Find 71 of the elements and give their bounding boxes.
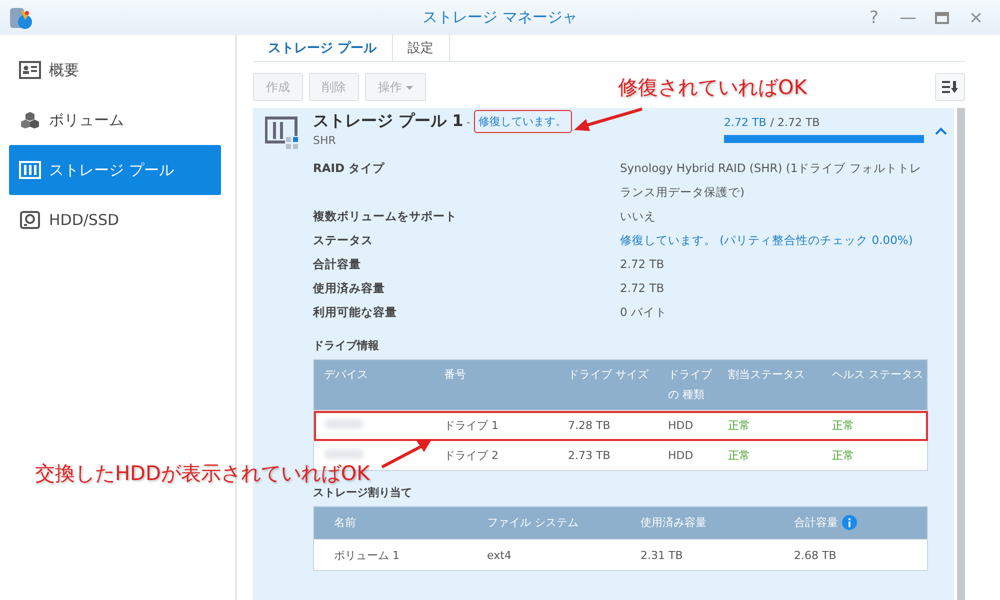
table-cell: 正常 <box>728 449 750 462</box>
property-label: 合計容量 <box>313 256 362 273</box>
pool-status: 修復しています。 <box>474 110 572 133</box>
table-cell: HDD <box>668 449 694 462</box>
table-cell: HDD <box>668 419 694 432</box>
section-title: ドライブ情報 <box>313 338 380 353</box>
pool-name: ストレージ プール 1 <box>313 111 464 132</box>
table-cell: 7.28 TB <box>568 419 610 432</box>
property-label: 使用済み容量 <box>313 280 386 297</box>
annotation-text: 修復されていればOK <box>618 74 807 101</box>
window-title: ストレージ マネージャ <box>422 8 578 26</box>
sidebar-item[interactable]: 概要 <box>9 45 221 95</box>
collapse-icon[interactable] <box>934 126 948 136</box>
scrollbar[interactable] <box>957 108 965 600</box>
table-cell: 正常 <box>832 449 854 462</box>
minimize-button[interactable]: — <box>896 6 920 30</box>
property-value: いいえ <box>620 208 657 225</box>
drive-bays-icon <box>19 161 41 179</box>
used-capacity: 2.72 TB <box>724 116 766 129</box>
property-label: 利用可能な容量 <box>313 304 398 321</box>
table-cell: ドライブ 1 <box>444 419 498 432</box>
section-title: ストレージ割り当て <box>313 485 413 500</box>
annotation-text: 交換したHDDが表示されていればOK <box>35 460 370 486</box>
property-label: 複数ボリュームをサポート <box>313 208 458 225</box>
annotation-arrow <box>572 106 644 134</box>
table-cell: ボリューム 1 <box>334 548 400 562</box>
table-cell: 2.73 TB <box>568 449 610 462</box>
toolbar-button[interactable]: 操作 <box>365 73 426 101</box>
total-capacity: / 2.72 TB <box>770 116 820 129</box>
storage-pool-icon <box>265 116 299 150</box>
cubes-icon <box>19 111 41 129</box>
column-header: ドライブの 種類 <box>668 368 712 401</box>
sidebar-item[interactable]: HDD/SSD <box>9 195 221 245</box>
info-icon[interactable] <box>842 515 857 530</box>
sidebar-item[interactable]: ボリューム <box>9 95 221 145</box>
close-button[interactable]: × <box>964 6 988 30</box>
blurred-device-name <box>324 419 364 429</box>
sidebar-item[interactable]: ストレージ プール <box>9 145 221 195</box>
raid-type: SHR <box>313 134 337 147</box>
property-value: 0 バイト <box>620 304 668 321</box>
property-label: RAID タイプ <box>313 160 386 177</box>
column-header: 合計容量 <box>794 516 838 529</box>
property-label: ステータス <box>313 232 374 249</box>
id-card-icon <box>19 61 41 79</box>
table-cell: 正常 <box>832 419 854 432</box>
column-header: 使用済み容量 <box>640 516 706 529</box>
property-value: 2.72 TB <box>620 280 666 297</box>
column-header: 割当ステータス <box>728 368 805 381</box>
blurred-device-name <box>324 449 364 459</box>
sort-icon <box>941 79 959 95</box>
toolbar-button[interactable]: 削除 <box>309 73 359 101</box>
property-value: Synology Hybrid RAID (SHR) (1ドライブ フォルトトレランス用データ保護で) <box>620 160 922 201</box>
toolbar-button[interactable]: 作成 <box>253 73 303 101</box>
column-header: 番号 <box>444 368 466 381</box>
separator: - <box>466 114 471 128</box>
column-header: デバイス <box>324 368 368 381</box>
table-cell: ドライブ 2 <box>444 449 498 462</box>
help-button[interactable]: ? <box>862 6 886 30</box>
property-value: 修復しています。 (パリティ整合性のチェック 0.00%) <box>620 232 914 249</box>
tab[interactable]: ストレージ プール <box>253 35 393 61</box>
property-value: 2.72 TB <box>620 256 666 273</box>
table-cell: 正常 <box>728 419 750 432</box>
sort-button[interactable] <box>935 73 965 101</box>
column-header: ファイル システム <box>487 516 578 529</box>
table-cell: 2.31 TB <box>640 548 683 562</box>
column-header: 名前 <box>334 516 356 529</box>
table-cell: 2.68 TB <box>794 548 836 562</box>
tab[interactable]: 設定 <box>392 35 450 61</box>
column-header: ドライブ サイズ <box>568 368 648 381</box>
table-cell: ext4 <box>487 548 512 562</box>
column-header: ヘルス ステータス <box>832 368 924 381</box>
